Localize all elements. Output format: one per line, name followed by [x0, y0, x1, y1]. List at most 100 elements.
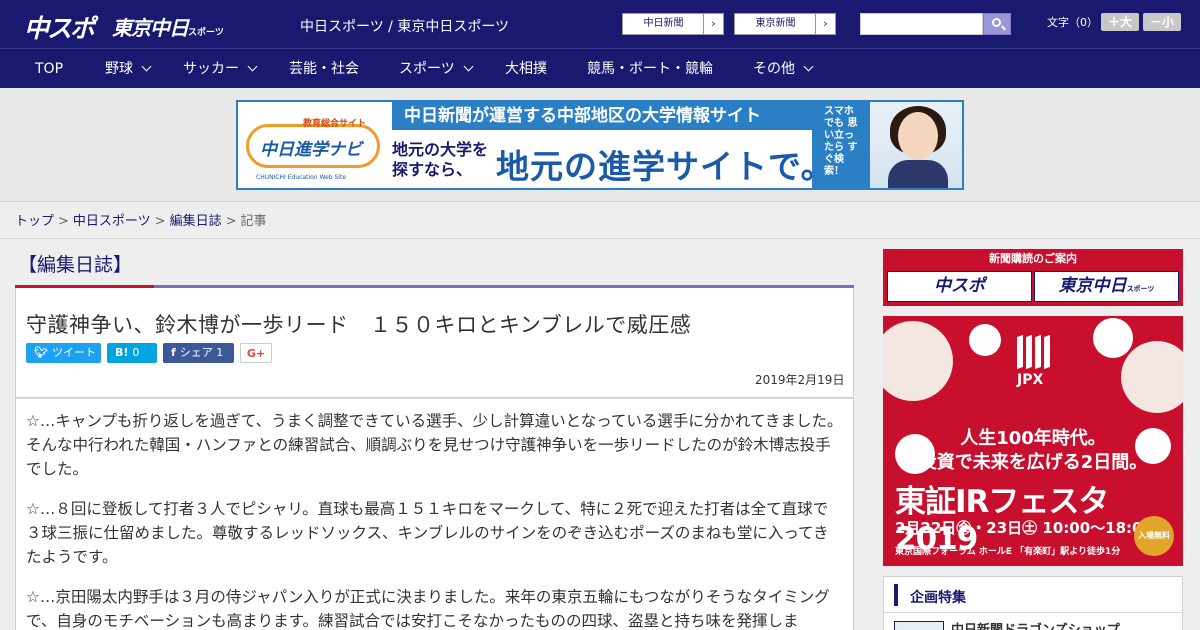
nav-item-sumo[interactable]: 大相撲: [505, 49, 547, 89]
facebook-share-button[interactable]: f シェア 1: [163, 343, 234, 363]
subscribe-tokyo-chunichi-button[interactable]: 東京中日スポーツ: [1034, 271, 1179, 302]
article-paragraph: ☆…８回に登板して打者３人でピシャリ。直球も最高１５１キロをマークして、特に２死…: [26, 500, 829, 566]
chunichi-shimbun-link[interactable]: 中日新聞 ›: [622, 13, 724, 35]
google-plus-button[interactable]: G+: [240, 343, 272, 363]
tokyo-shimbun-label: 東京新聞: [735, 14, 816, 34]
ad-logo-sub: CHUNICHI Education Web Site: [256, 174, 347, 181]
subscription-box: 新聞購読のご案内 中スポ 東京中日スポーツ: [883, 249, 1183, 306]
nav-label: スポーツ: [399, 61, 455, 77]
ad-logo-top: 教育総合サイト: [303, 119, 367, 129]
ad-photo-circle: [969, 324, 1001, 356]
breadcrumb-current: 記事: [240, 214, 267, 229]
feature-marker: [894, 584, 898, 606]
breadcrumb-chunichi-sports[interactable]: 中日スポーツ: [73, 214, 151, 229]
tokyo-chunichi-logo[interactable]: 東京中日スポーツ: [112, 12, 224, 41]
jpx-ir-festa-ad[interactable]: JPX 人生100年時代。 投資で未来を広げる2日間。 東証IRフェスタ2019…: [883, 316, 1183, 566]
hatena-bookmark-button[interactable]: B! 0: [107, 343, 157, 363]
tweet-button[interactable]: 🐦︎ ツイート: [26, 343, 101, 363]
breadcrumb-separator: >: [225, 214, 237, 229]
ad-vertical-text: スマホでも 思い立ったら すぐ検索！: [824, 106, 858, 177]
ad-sub-left: 地元の大学を 探すなら、: [392, 140, 489, 179]
nav-label: サッカー: [183, 61, 239, 77]
chevron-right-icon: ›: [703, 14, 723, 34]
subscription-title: 新聞購読のご案内: [989, 252, 1077, 265]
tokyo-shimbun-link[interactable]: 東京新聞 ›: [734, 13, 836, 35]
ad-photo-circle: [1093, 318, 1133, 358]
subscribe-chuspo-button[interactable]: 中スポ: [887, 271, 1032, 302]
feature-heading: 企画特集: [910, 590, 966, 606]
feature-box: 企画特集 中日新聞ドラゴンズショップ: [883, 576, 1183, 630]
search-input[interactable]: [860, 13, 983, 35]
breadcrumb-separator: >: [58, 214, 69, 229]
nav-item-baseball[interactable]: 野球: [105, 49, 152, 89]
font-bigger-button[interactable]: ＋大: [1101, 13, 1139, 31]
hatena-count: 0: [132, 346, 140, 359]
nav-label: TOP: [35, 61, 64, 77]
jpx-venue: 東京国際フォーラム ホールE 「有楽町」駅より徒歩1分: [895, 547, 1121, 557]
chunichi-shimbun-label: 中日新聞: [623, 14, 704, 34]
site-header: 中スポ 東京中日スポーツ 中日スポーツ / 東京中日スポーツ 中日新聞 › 東京…: [0, 0, 1200, 48]
nav-label: 芸能・社会: [289, 61, 359, 77]
nav-label: その他: [753, 61, 795, 77]
font-size-label: 文字（0）: [1047, 16, 1098, 29]
article-paragraph: ☆…京田陽太内野手は３月の侍ジャパン入りが正式に決まりました。来年の東京五輪にも…: [26, 588, 830, 630]
site-title: 中日スポーツ / 東京中日スポーツ: [300, 19, 510, 35]
chuspo-logo[interactable]: 中スポ: [24, 9, 95, 45]
tokyo-logo-text: 東京中日: [112, 16, 189, 40]
ad-photo-circle: [1121, 341, 1183, 413]
feature-divider: [884, 612, 1182, 613]
nav-item-sports[interactable]: スポーツ: [399, 49, 474, 89]
ad-photo-circle: [883, 321, 953, 401]
breadcrumb-divider: [0, 238, 1200, 239]
ad-photo-face: [898, 112, 938, 160]
jpx-brand: JPX: [1017, 372, 1044, 388]
facebook-label: シェア: [179, 346, 213, 359]
breadcrumb: トップ > 中日スポーツ > 編集日誌 > 記事: [15, 210, 267, 229]
jpx-line1: 人生100年時代。: [960, 428, 1106, 449]
jpx-line2: 投資で未来を広げる2日間。: [918, 452, 1148, 473]
nav-label: 競馬・ボート・競輪: [587, 61, 713, 77]
article-title: 守護神争い、鈴木博が一歩リード １５０キロとキンブレルで威圧感: [26, 313, 692, 337]
subscribe-tokyo-label: 東京中日: [1058, 276, 1127, 296]
feature-thumbnail[interactable]: [894, 621, 944, 630]
breadcrumb-editorial-diary[interactable]: 編集日誌: [170, 214, 222, 229]
nav-label: 野球: [105, 61, 133, 77]
breadcrumb-top[interactable]: トップ: [15, 214, 54, 229]
chevron-down-icon: [803, 61, 814, 72]
chevron-down-icon: [247, 61, 258, 72]
facebook-icon: f: [171, 346, 176, 359]
feature-item-dragons-shop[interactable]: 中日新聞ドラゴンズショップ: [951, 619, 1120, 630]
tweet-label: ツイート: [51, 346, 96, 359]
hatena-icon: B!: [115, 346, 129, 359]
tokyo-logo-suffix: スポーツ: [188, 28, 224, 38]
facebook-count: 1: [216, 346, 224, 359]
subscribe-chuspo-label: 中スポ: [934, 276, 985, 296]
ad-photo-body: [888, 160, 948, 188]
ad-headline: 中日新聞が運営する中部地区の大学情報サイト: [392, 102, 812, 130]
font-smaller-button[interactable]: －小: [1143, 13, 1181, 31]
article-date: 2019年2月19日: [755, 373, 845, 387]
search-button[interactable]: [983, 13, 1011, 35]
nav-item-entertainment[interactable]: 芸能・社会: [289, 49, 359, 89]
jpx-logo-icon: [1015, 334, 1051, 370]
jpx-dates: 2月22日㊎・23日㊏ 10:00～18:00: [895, 519, 1153, 537]
twitter-icon: 🐦︎: [34, 346, 48, 359]
shingaku-navi-ad[interactable]: 教育総合サイト 中日進学ナビ CHUNICHI Education Web Si…: [236, 100, 964, 190]
nav-item-soccer[interactable]: サッカー: [183, 49, 258, 89]
nav-item-top[interactable]: TOP: [35, 49, 63, 89]
section-heading: 【編集日誌】: [18, 254, 133, 276]
ad-big-text: 地元の進学サイトで。: [496, 147, 835, 186]
subscribe-tokyo-suffix: スポーツ: [1126, 285, 1155, 293]
chevron-down-icon: [463, 61, 474, 72]
search-icon: [992, 18, 1001, 27]
chevron-right-icon: ›: [815, 14, 835, 34]
chevron-down-icon: [141, 61, 152, 72]
nav-label: 大相撲: [505, 61, 547, 77]
nav-item-keiba[interactable]: 競馬・ボート・競輪: [587, 49, 713, 89]
breadcrumb-separator: >: [154, 214, 166, 229]
nav-item-other[interactable]: その他: [753, 49, 814, 89]
jpx-free-badge: 入場無料: [1134, 516, 1174, 556]
ad-logo-text: 中日進学ナビ: [260, 140, 362, 160]
main-nav: TOP 野球 サッカー 芸能・社会 スポーツ 大相撲 競馬・ボート・競輪 その他: [0, 48, 1200, 88]
article-paragraph: ☆…キャンプも折り返しを過ぎて、うまく調整できている選手、少し計算違いとなってい…: [26, 412, 843, 478]
